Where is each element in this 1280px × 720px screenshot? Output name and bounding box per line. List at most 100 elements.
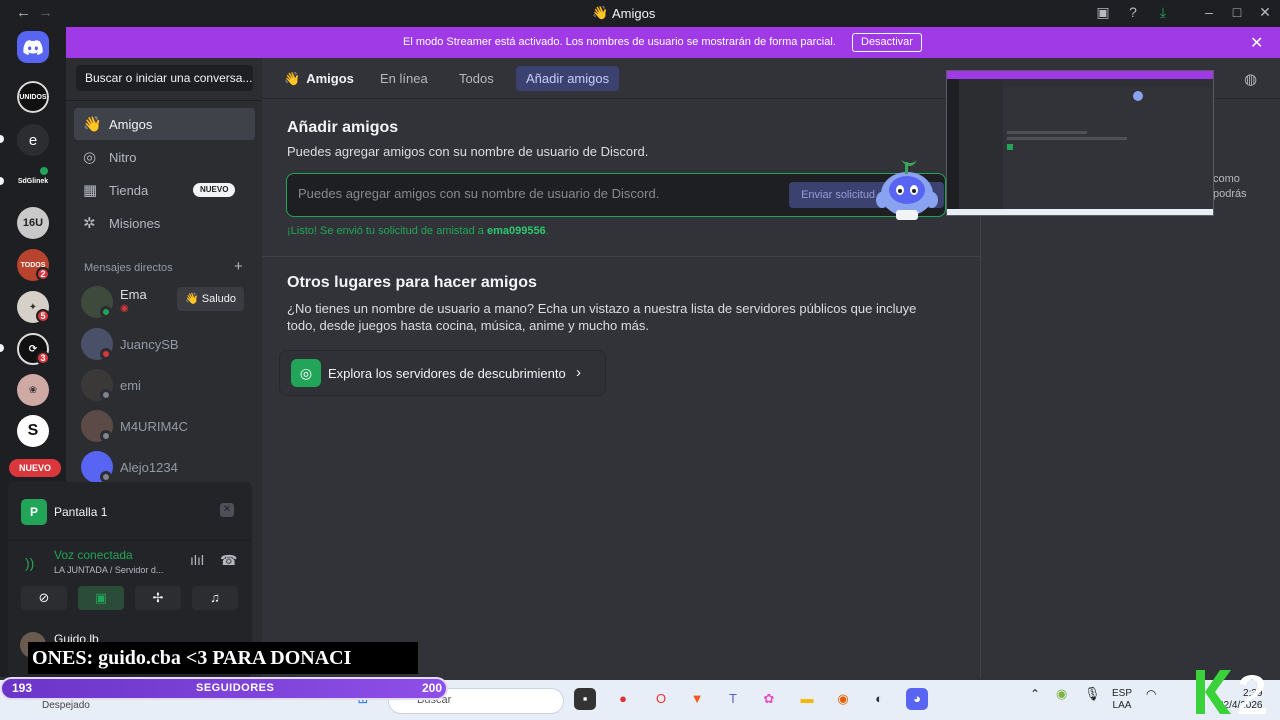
- server-icon-1[interactable]: UNIDOS: [17, 81, 49, 113]
- server-icon-8[interactable]: ❀: [17, 374, 49, 406]
- follower-count: 193: [12, 681, 33, 695]
- friends-title-text: Amigos: [306, 71, 354, 86]
- microphone-icon[interactable]: 🎙: [1084, 687, 1101, 700]
- nav-label: Amigos: [109, 117, 153, 132]
- discord-logo-icon: [17, 31, 49, 63]
- follower-goal: 200: [422, 681, 443, 695]
- opera-icon[interactable]: O: [650, 688, 672, 710]
- app-icon[interactable]: ◐: [868, 688, 890, 710]
- dm-name: Alejo1234: [120, 460, 178, 475]
- file-explorer-icon[interactable]: ▬: [796, 688, 818, 710]
- nav-friends[interactable]: 👋 Amigos: [74, 108, 255, 140]
- active-now-text: podrás: [1213, 188, 1247, 200]
- streamer-mode-banner: El modo Streamer está activado. Los nomb…: [66, 27, 1280, 58]
- download-icon[interactable]: ⤓: [1152, 4, 1174, 21]
- screen-share-icon[interactable]: ▣: [1092, 4, 1114, 21]
- screen-share-button[interactable]: ▣: [78, 586, 124, 610]
- stream-preview-image: [947, 71, 1213, 215]
- help-icon[interactable]: ?: [1122, 4, 1144, 20]
- wumpus-mascot-illustration: [876, 160, 938, 220]
- success-username: ema099556: [486, 225, 546, 237]
- dm-header: Mensajes directos: [84, 262, 173, 274]
- plus-icon[interactable]: +: [234, 258, 243, 275]
- camera-off-button[interactable]: ⊘: [21, 586, 67, 610]
- dm-item[interactable]: emi: [74, 365, 255, 405]
- wave-button[interactable]: 👋 Saludo: [177, 287, 245, 311]
- camera-off-icon: ⊘: [38, 590, 50, 605]
- divider: [66, 100, 262, 101]
- app-icon-obs[interactable]: ●: [612, 688, 634, 710]
- tab-add-friend[interactable]: Añadir amigos: [516, 66, 620, 91]
- live-indicator: [38, 165, 50, 177]
- language-indicator[interactable]: ESP LAA: [1112, 688, 1132, 712]
- activities-icon: ✢: [152, 590, 164, 605]
- close-icon[interactable]: ✕: [1250, 33, 1263, 53]
- mention-badge: 2: [36, 267, 50, 281]
- nav-quests[interactable]: ✲ Misiones: [74, 207, 255, 239]
- tray-app-icon[interactable]: ◉: [1056, 687, 1067, 700]
- discord-taskbar-icon[interactable]: ◕: [906, 688, 928, 710]
- compass-icon: ◎: [291, 359, 321, 387]
- dm-item[interactable]: JuancySB: [74, 324, 255, 364]
- server-icon-9[interactable]: S: [17, 415, 49, 447]
- screen-share-label: Pantalla 1: [54, 505, 108, 519]
- disconnect-icon[interactable]: ☎: [220, 552, 237, 569]
- tab-online[interactable]: En línea: [370, 66, 438, 91]
- brave-icon[interactable]: ▼: [686, 688, 708, 710]
- voice-status[interactable]: Voz conectada: [54, 548, 133, 562]
- close-window-icon[interactable]: ✕: [1254, 4, 1276, 21]
- dm-name: M4URIM4C: [120, 419, 188, 434]
- noise-suppression-icon[interactable]: ılıl: [190, 552, 204, 568]
- add-friend-section: Añadir amigos Puedes agregar amigos con …: [262, 99, 980, 678]
- tab-all[interactable]: Todos: [449, 66, 504, 91]
- stop-stream-icon[interactable]: ✕: [220, 503, 234, 517]
- minimize-icon[interactable]: –: [1198, 4, 1220, 20]
- app-root: ← → 👋 Amigos ▣ ? ⤓ – □ ✕ UNIDOS e SdGlin…: [0, 0, 1280, 720]
- weather-widget[interactable]: Despejado: [42, 700, 90, 711]
- copilot-icon[interactable]: ✿: [758, 688, 780, 710]
- status-dnd-indicator: [100, 348, 112, 360]
- status-offline-indicator: [100, 389, 112, 401]
- task-view-icon[interactable]: ▪: [574, 688, 596, 710]
- activity-icon: ◉: [120, 303, 129, 314]
- status-online-indicator: [100, 306, 112, 318]
- new-group-dm-icon[interactable]: ◍: [1244, 70, 1257, 88]
- section-subtitle: Puedes agregar amigos con su nombre de u…: [287, 144, 649, 159]
- firefox-icon[interactable]: ◉: [832, 688, 854, 710]
- lang-code: ESP: [1112, 688, 1133, 699]
- unread-pip: [0, 177, 4, 185]
- unread-pip: [0, 344, 4, 352]
- dm-item[interactable]: M4URIM4C: [74, 406, 255, 446]
- wifi-icon[interactable]: ◠: [1146, 688, 1156, 700]
- back-arrow-icon[interactable]: ←: [16, 4, 31, 21]
- shop-icon: ▦: [83, 182, 98, 199]
- server-icon-4[interactable]: 16U: [17, 207, 49, 239]
- discover-servers-button[interactable]: ◎ Explora los servidores de descubrimien…: [279, 350, 606, 396]
- follower-goal-bar: 193 SEGUIDORES 200: [0, 677, 448, 700]
- server-icon-2[interactable]: e: [17, 124, 49, 156]
- teams-icon[interactable]: T: [722, 688, 744, 710]
- mention-badge: 3: [36, 351, 50, 365]
- nav-shop[interactable]: ▦ Tienda NUEVO: [74, 174, 255, 206]
- soundboard-button[interactable]: ♫: [192, 586, 238, 610]
- dm-item[interactable]: Alejo1234: [74, 447, 255, 487]
- success-message: ¡Listo! Se envió tu solicitud de amistad…: [287, 225, 549, 237]
- maximize-icon[interactable]: □: [1226, 4, 1248, 20]
- forward-arrow-icon[interactable]: →: [38, 4, 53, 21]
- friends-icon: 👋: [83, 116, 102, 133]
- dm-search-button[interactable]: Buscar o iniciar una conversa...: [76, 65, 253, 91]
- nav-label: Misiones: [109, 216, 161, 231]
- activities-button[interactable]: ✢: [135, 586, 181, 610]
- chevron-up-icon[interactable]: ⌃: [1030, 688, 1040, 700]
- new-servers-pill[interactable]: NUEVO: [9, 459, 61, 477]
- chevron-right-icon: ›: [576, 364, 581, 381]
- k2-logo: [1196, 670, 1266, 714]
- voice-channel[interactable]: LA JUNTADA / Servidor d...: [54, 565, 163, 575]
- username-input[interactable]: [298, 186, 778, 201]
- disable-streamer-button[interactable]: Desactivar: [852, 33, 922, 52]
- friends-title: 👋 Amigos: [284, 71, 354, 87]
- dm-item[interactable]: Ema ◉ 👋 Saludo: [74, 282, 255, 322]
- nav-nitro[interactable]: ◎ Nitro: [74, 141, 255, 173]
- discord-home-button[interactable]: [17, 31, 49, 63]
- follower-label: SEGUIDORES: [196, 682, 275, 694]
